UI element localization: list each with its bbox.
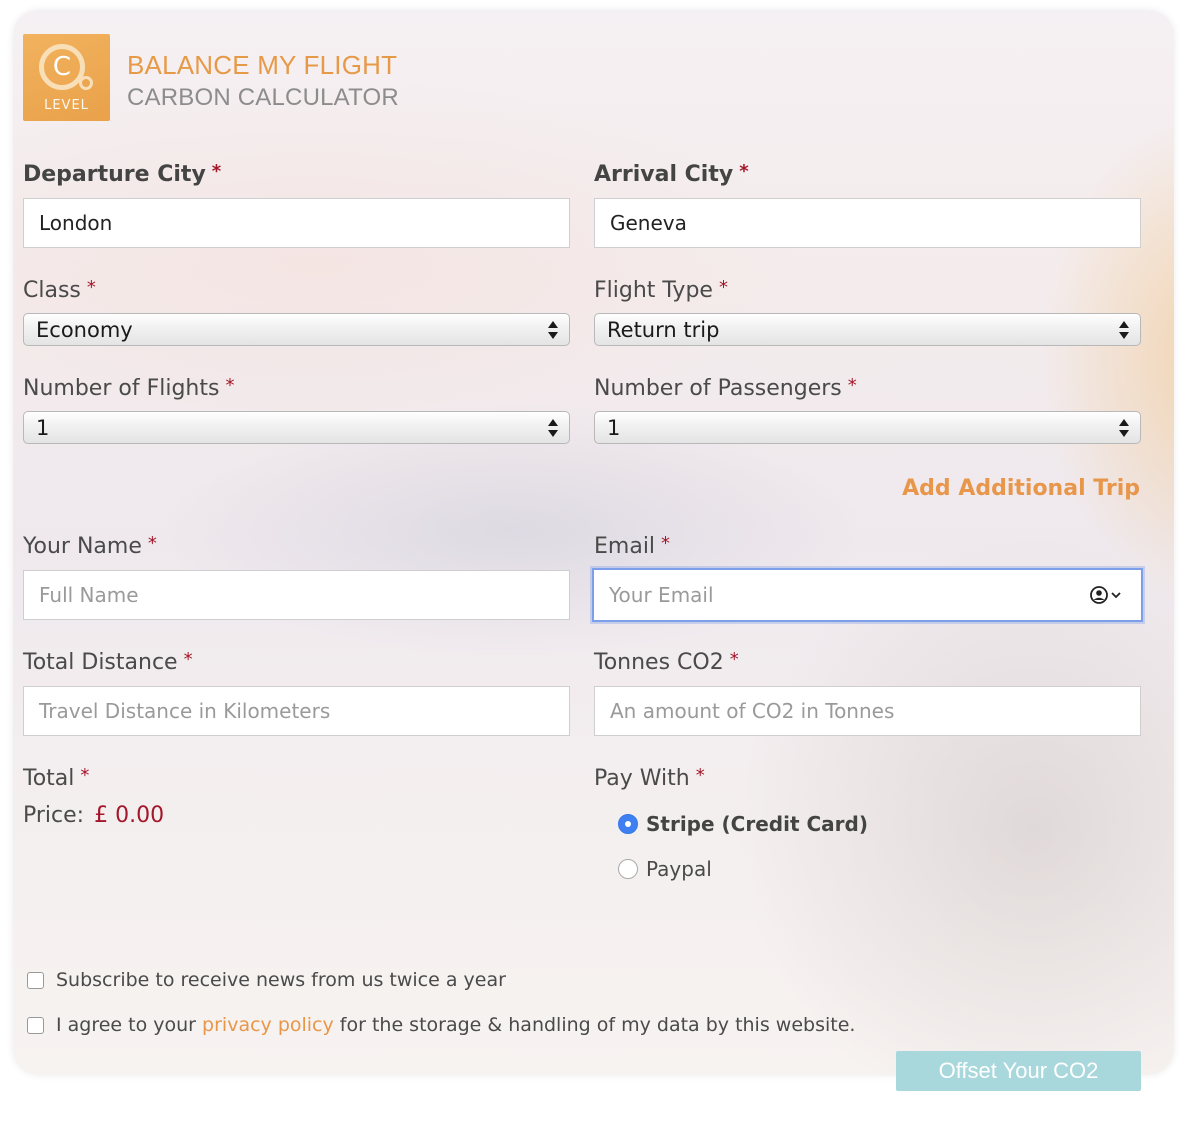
required-mark: * <box>718 277 728 298</box>
distance-placeholder: Travel Distance in Kilometers <box>39 699 331 723</box>
pay-with-label: Pay With * <box>594 765 705 791</box>
privacy-policy-link[interactable]: privacy policy <box>202 1014 334 1036</box>
required-mark: * <box>225 375 235 396</box>
class-label: Class * <box>23 277 96 303</box>
email-placeholder: Your Email <box>609 583 714 607</box>
level-logo: C LEVEL <box>23 34 110 121</box>
price-value: £ 0.00 <box>94 803 165 828</box>
arrival-label-text: Arrival City <box>594 162 734 187</box>
autofill-contact-icon[interactable] <box>1089 585 1125 605</box>
departure-value: London <box>39 211 113 235</box>
flight-type-select[interactable]: Return trip <box>594 313 1141 346</box>
departure-input[interactable]: London <box>23 198 570 248</box>
num-passengers-label: Number of Passengers * <box>594 375 857 401</box>
distance-input[interactable]: Travel Distance in Kilometers <box>23 686 570 736</box>
select-arrows-icon <box>548 321 558 339</box>
price-label: Price: <box>23 803 85 828</box>
required-mark: * <box>661 533 671 554</box>
co2-input[interactable]: An amount of CO2 in Tonnes <box>594 686 1141 736</box>
required-mark: * <box>86 277 96 298</box>
radio-paypal[interactable] <box>618 859 638 879</box>
offset-co2-button[interactable]: Offset Your CO2 <box>896 1051 1141 1091</box>
required-mark: * <box>80 765 90 786</box>
total-label: Total * <box>23 765 90 791</box>
pay-option-paypal-label: Paypal <box>646 857 712 881</box>
departure-label-text: Departure City <box>23 162 206 187</box>
email-label-text: Email <box>594 534 656 559</box>
agree-prefix: I agree to your <box>56 1014 196 1036</box>
num-flights-select[interactable]: 1 <box>23 411 570 444</box>
pay-option-paypal[interactable]: Paypal <box>618 857 712 881</box>
num-flights-selected-value: 1 <box>36 415 50 440</box>
logo-c-glyph: C <box>52 52 72 82</box>
name-label-text: Your Name <box>23 534 142 559</box>
co2-label: Tonnes CO2 * <box>594 649 739 675</box>
pay-option-stripe-label: Stripe (Credit Card) <box>646 812 868 836</box>
flight-type-label-text: Flight Type <box>594 278 713 303</box>
required-mark: * <box>729 649 739 670</box>
co2-label-text: Tonnes CO2 <box>594 650 724 675</box>
email-label: Email * <box>594 533 671 559</box>
name-placeholder: Full Name <box>39 583 139 607</box>
required-mark: * <box>183 649 193 670</box>
num-passengers-label-text: Number of Passengers <box>594 376 842 401</box>
required-mark: * <box>695 765 705 786</box>
agree-checkbox[interactable] <box>27 1016 44 1034</box>
brand-title: BALANCE MY FLIGHT <box>127 50 398 80</box>
subscribe-row[interactable]: Subscribe to receive news from us twice … <box>27 969 506 991</box>
co2-placeholder: An amount of CO2 in Tonnes <box>610 699 895 723</box>
brand-subtitle: CARBON CALCULATOR <box>127 84 399 111</box>
required-mark: * <box>211 161 222 182</box>
departure-label: Departure City * <box>23 161 222 187</box>
class-select[interactable]: Economy <box>23 313 570 346</box>
logo-dot-icon <box>79 76 93 90</box>
name-input[interactable]: Full Name <box>23 570 570 620</box>
num-passengers-selected-value: 1 <box>607 415 621 440</box>
required-mark: * <box>147 533 157 554</box>
arrival-value: Geneva <box>610 211 687 235</box>
select-arrows-icon <box>548 419 558 437</box>
select-arrows-icon <box>1119 419 1129 437</box>
required-mark: * <box>739 161 749 182</box>
flight-type-selected-value: Return trip <box>607 317 720 342</box>
email-input[interactable]: Your Email <box>592 568 1143 622</box>
agree-row[interactable]: I agree to your privacy policy for the s… <box>27 1014 855 1036</box>
flight-type-label: Flight Type * <box>594 277 728 303</box>
subscribe-checkbox[interactable] <box>27 971 44 989</box>
arrival-label: Arrival City * <box>594 161 749 187</box>
distance-label-text: Total Distance <box>23 650 178 675</box>
logo-level-text: LEVEL <box>44 98 89 113</box>
arrival-input[interactable]: Geneva <box>594 198 1141 248</box>
distance-label: Total Distance * <box>23 649 193 675</box>
class-selected-value: Economy <box>36 317 133 342</box>
required-mark: * <box>847 375 857 396</box>
select-arrows-icon <box>1119 321 1129 339</box>
total-label-text: Total <box>23 766 75 791</box>
pay-option-stripe[interactable]: Stripe (Credit Card) <box>618 812 868 836</box>
name-label: Your Name * <box>23 533 157 559</box>
add-additional-trip-link[interactable]: Add Additional Trip <box>902 476 1140 501</box>
num-passengers-select[interactable]: 1 <box>594 411 1141 444</box>
class-label-text: Class <box>23 278 81 303</box>
agree-suffix: for the storage & handling of my data by… <box>339 1014 856 1036</box>
num-flights-label: Number of Flights * <box>23 375 235 401</box>
radio-stripe[interactable] <box>618 814 638 834</box>
num-flights-label-text: Number of Flights <box>23 376 220 401</box>
price-row: Price: £ 0.00 <box>23 803 164 828</box>
subscribe-label: Subscribe to receive news from us twice … <box>56 969 506 991</box>
pay-with-label-text: Pay With <box>594 766 690 791</box>
